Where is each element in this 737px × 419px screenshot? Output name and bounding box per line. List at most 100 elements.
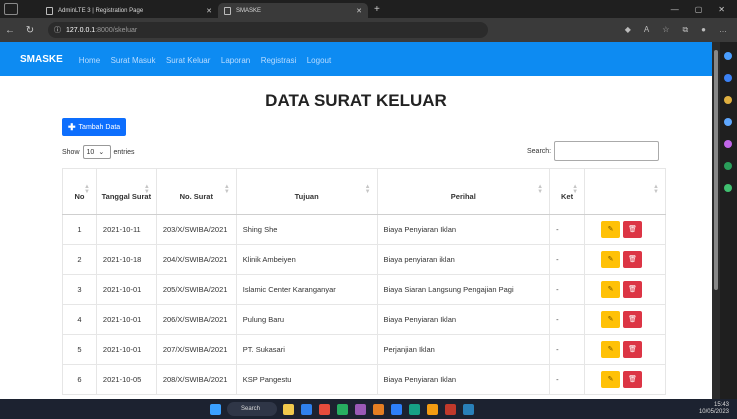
- edit-button[interactable]: ✎: [601, 371, 621, 388]
- header-tanggal[interactable]: Tanggal Surat ▲ ▼: [95, 168, 157, 215]
- address-bar-row: ← ↻ ⓘ 127.0.0.1 :8000/skeluar ◆ A ☆ ⧉ ● …: [0, 18, 737, 42]
- page-icon: [46, 6, 53, 15]
- header-actions[interactable]: ▲ ▼: [584, 168, 666, 215]
- vscode-icon[interactable]: [391, 403, 402, 415]
- clock-time: 15:43: [713, 402, 729, 408]
- games-icon[interactable]: [724, 118, 732, 126]
- app-icon[interactable]: [409, 403, 420, 415]
- info-icon[interactable]: ⓘ: [54, 25, 61, 35]
- nav-surat-keluar[interactable]: Surat Keluar: [166, 56, 210, 65]
- cell-ket: -: [549, 244, 586, 275]
- window-menu-icon[interactable]: [4, 3, 18, 15]
- table-header-row: No ▲ ▼ Tanggal Surat ▲ ▼ No. Surat ▲ ▼ Tujuan ▲…: [62, 168, 666, 215]
- edit-button[interactable]: ✎: [601, 311, 621, 328]
- edit-button[interactable]: ✎: [601, 221, 621, 238]
- add-data-button[interactable]: ✚ Tambah Data: [62, 118, 127, 136]
- tools-icon[interactable]: [724, 96, 732, 104]
- header-ket[interactable]: Ket ▲ ▼: [549, 168, 586, 215]
- profile-icon[interactable]: ●: [701, 25, 706, 35]
- delete-button[interactable]: 🗑: [623, 311, 643, 328]
- system-tray[interactable]: 15:43 10/05/2023: [699, 402, 737, 416]
- table-row: 4 2021-10-01 206/X/SWIBA/2021 Pulung Bar…: [62, 304, 666, 335]
- edit-button[interactable]: ✎: [601, 281, 621, 298]
- tab-smaske[interactable]: SMASKE ✕: [218, 3, 368, 18]
- header-perihal[interactable]: Perihal ▲ ▼: [376, 168, 551, 215]
- extension-icon[interactable]: ◆: [625, 25, 631, 35]
- data-table: No ▲ ▼ Tanggal Surat ▲ ▼ No. Surat ▲ ▼ Tujuan ▲…: [62, 168, 666, 395]
- cell-ket: -: [549, 214, 586, 245]
- git-icon[interactable]: [373, 403, 384, 415]
- close-window-icon[interactable]: ✕: [718, 5, 725, 14]
- entries-select[interactable]: 10 ⌄: [82, 145, 111, 159]
- new-tab-icon[interactable]: +: [374, 4, 380, 15]
- nav-laporan[interactable]: Laporan: [221, 56, 250, 65]
- cell-ket: -: [549, 334, 586, 365]
- tab-registration[interactable]: AdminLTE 3 | Registration Page ✕: [40, 3, 218, 18]
- favorite-icon[interactable]: ☆: [662, 25, 669, 35]
- sort-icon: ▲ ▼: [653, 184, 659, 195]
- search-icon[interactable]: [724, 52, 732, 60]
- office-icon[interactable]: [724, 140, 732, 148]
- restore-icon[interactable]: ▢: [695, 5, 703, 14]
- brand-logo[interactable]: SMASKE: [20, 54, 63, 65]
- cell-tujuan: Shing She: [235, 214, 378, 245]
- cell-tujuan: KSP Pangestu: [235, 364, 378, 395]
- cell-tanggal: 2021-10-05: [95, 364, 157, 395]
- browser-sidebar: [720, 42, 737, 399]
- header-tujuan[interactable]: Tujuan ▲ ▼: [235, 168, 378, 215]
- edit-button[interactable]: ✎: [601, 341, 621, 358]
- url-input[interactable]: ⓘ 127.0.0.1 :8000/skeluar: [48, 22, 488, 38]
- cell-perihal: Biaya penyiaran iklan: [376, 244, 551, 275]
- close-tab-icon[interactable]: ✕: [206, 7, 212, 15]
- app-icon[interactable]: [463, 403, 474, 415]
- delete-button[interactable]: 🗑: [623, 281, 643, 298]
- show-label: Show: [62, 148, 80, 156]
- scrollbar-thumb[interactable]: [714, 50, 718, 290]
- warning-icon[interactable]: [445, 403, 456, 415]
- reload-icon[interactable]: ↻: [20, 25, 40, 36]
- tab-label: AdminLTE 3 | Registration Page: [58, 7, 144, 14]
- close-tab-icon[interactable]: ✕: [356, 7, 362, 15]
- nav-home[interactable]: Home: [79, 56, 100, 65]
- minimize-icon[interactable]: —: [671, 5, 679, 14]
- cell-no: 4: [62, 304, 97, 335]
- chrome-icon[interactable]: [319, 403, 330, 415]
- sort-icon: ▲ ▼: [537, 184, 544, 195]
- cell-tujuan: PT. Sukasari: [235, 334, 378, 365]
- cell-no-surat: 203/X/SWIBA/2021: [155, 214, 237, 245]
- back-icon[interactable]: ←: [0, 25, 20, 36]
- delete-button[interactable]: 🗑: [623, 371, 643, 388]
- chevron-down-icon: ⌄: [98, 149, 105, 156]
- delete-button[interactable]: 🗑: [623, 221, 643, 238]
- delete-button[interactable]: 🗑: [623, 341, 643, 358]
- app-icon[interactable]: [355, 403, 366, 415]
- app-icon[interactable]: [427, 403, 438, 415]
- cell-actions: ✎ 🗑: [584, 244, 666, 275]
- sort-icon: ▲ ▼: [572, 184, 579, 195]
- outlook-icon[interactable]: [724, 162, 732, 170]
- cell-ket: -: [549, 304, 586, 335]
- copilot-icon[interactable]: [724, 74, 732, 82]
- header-no-surat[interactable]: No. Surat ▲ ▼: [155, 168, 237, 215]
- page-icon: [224, 6, 231, 15]
- nav-surat-masuk[interactable]: Surat Masuk: [111, 56, 156, 65]
- file-explorer-icon[interactable]: [283, 403, 294, 415]
- drop-icon[interactable]: [724, 184, 732, 192]
- delete-button[interactable]: 🗑: [623, 251, 643, 268]
- search-input[interactable]: [554, 141, 660, 161]
- edit-button[interactable]: ✎: [601, 251, 621, 268]
- cell-actions: ✎ 🗑: [584, 364, 666, 395]
- table-search: Search:: [527, 141, 660, 161]
- whatsapp-icon[interactable]: [337, 403, 348, 415]
- header-no[interactable]: No ▲ ▼: [62, 168, 97, 215]
- nav-registrasi[interactable]: Registrasi: [261, 56, 297, 65]
- page-scrollbar[interactable]: [712, 42, 720, 399]
- start-icon[interactable]: [210, 403, 221, 415]
- plus-icon: ✚: [68, 121, 76, 132]
- read-aloud-icon[interactable]: A: [644, 25, 649, 35]
- edge-icon[interactable]: [301, 403, 312, 415]
- nav-logout[interactable]: Logout: [307, 56, 331, 65]
- taskbar-search[interactable]: Search: [227, 402, 277, 416]
- collections-icon[interactable]: ⧉: [682, 25, 688, 35]
- more-icon[interactable]: …: [719, 25, 727, 35]
